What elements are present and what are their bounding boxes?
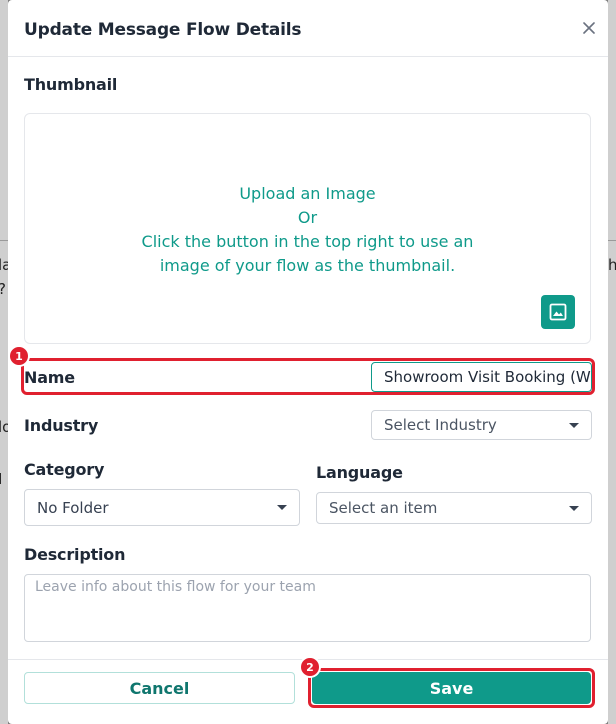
background-text: ? bbox=[0, 280, 6, 298]
cancel-button[interactable]: Cancel bbox=[24, 672, 295, 704]
upload-line: Upload an Image bbox=[239, 184, 376, 203]
save-button[interactable]: Save bbox=[312, 672, 591, 704]
background-text: I bbox=[0, 470, 3, 488]
background-divider bbox=[0, 240, 8, 241]
background-left-edge bbox=[0, 0, 8, 724]
caret-down-icon bbox=[277, 505, 287, 510]
image-icon bbox=[549, 303, 567, 321]
upload-line: Or bbox=[297, 208, 318, 227]
category-label: Category bbox=[24, 460, 105, 479]
industry-select-value: Select Industry bbox=[384, 416, 497, 434]
name-input[interactable]: Showroom Visit Booking (W bbox=[371, 362, 592, 392]
modal-title: Update Message Flow Details bbox=[24, 20, 302, 40]
language-label: Language bbox=[316, 463, 403, 482]
caret-down-icon bbox=[569, 422, 579, 428]
upload-line: image of your flow as the thumbnail. bbox=[159, 256, 456, 275]
industry-label: Industry bbox=[24, 416, 99, 435]
use-flow-image-button[interactable] bbox=[541, 295, 575, 329]
annotation-badge-2: 2 bbox=[299, 656, 321, 678]
upload-instructions: Upload an Image Or Click the button in t… bbox=[25, 182, 590, 278]
close-icon[interactable] bbox=[578, 17, 600, 39]
category-select-value: No Folder bbox=[37, 498, 109, 517]
thumbnail-label: Thumbnail bbox=[24, 75, 118, 94]
upload-line: Click the button in the top right to use… bbox=[141, 232, 474, 251]
description-label: Description bbox=[24, 545, 126, 564]
background-right-edge bbox=[608, 0, 616, 724]
caret-down-icon bbox=[569, 505, 579, 511]
background-text: h bbox=[608, 256, 616, 274]
language-select-value: Select an item bbox=[329, 499, 438, 517]
update-flow-modal: Update Message Flow Details Thumbnail Up… bbox=[8, 0, 608, 724]
background-divider bbox=[608, 240, 616, 241]
name-label: Name bbox=[24, 368, 75, 387]
language-select[interactable]: Select an item bbox=[316, 492, 592, 524]
modal-header: Update Message Flow Details bbox=[8, 0, 608, 57]
description-textarea[interactable]: Leave info about this flow for your team bbox=[24, 574, 591, 642]
annotation-badge-1: 1 bbox=[8, 345, 30, 367]
industry-select[interactable]: Select Industry bbox=[371, 410, 592, 440]
category-select[interactable]: No Folder bbox=[24, 489, 300, 526]
thumbnail-dropzone[interactable]: Upload an Image Or Click the button in t… bbox=[24, 113, 591, 344]
